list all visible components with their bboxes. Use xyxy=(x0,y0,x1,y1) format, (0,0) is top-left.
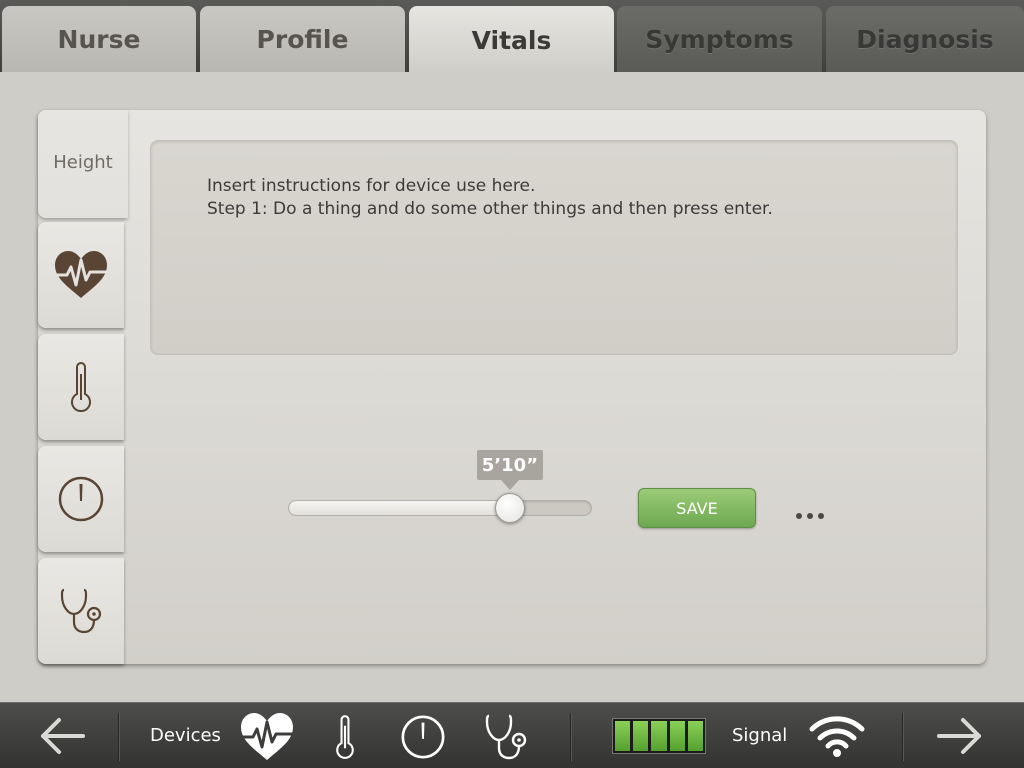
side-tab-blood-pressure[interactable] xyxy=(38,446,124,552)
stethoscope-icon xyxy=(485,714,527,760)
tab-diagnosis: Diagnosis xyxy=(826,6,1024,72)
more-dot xyxy=(818,513,824,519)
slider-value-bubble: 5’10” xyxy=(476,450,543,480)
heart-rate-icon xyxy=(241,713,293,760)
forward-button[interactable] xyxy=(934,715,986,757)
slider-value-bubble-pointer xyxy=(500,480,519,490)
signal-label: Signal xyxy=(732,725,788,746)
tab-nurse[interactable]: Nurse xyxy=(2,6,196,72)
device-stethoscope-button[interactable] xyxy=(482,711,530,763)
battery-cell xyxy=(615,721,631,751)
instruction-line-1: Insert instructions for device use here. xyxy=(207,176,536,196)
battery-cell xyxy=(651,721,667,751)
bottom-bar-divider xyxy=(902,713,903,761)
tab-symptoms: Symptoms xyxy=(617,6,822,72)
thermometer-icon xyxy=(336,715,354,759)
battery-cell xyxy=(669,721,685,751)
tab-vitals[interactable]: Vitals xyxy=(409,6,614,74)
arrow-left-icon xyxy=(41,718,85,754)
bottom-bar: Devices Signal xyxy=(0,702,1024,768)
side-tab-height-label: Height xyxy=(53,152,113,173)
device-thermometer-button[interactable] xyxy=(330,711,360,763)
arrow-right-icon xyxy=(937,718,981,754)
thermometer-icon xyxy=(71,362,91,412)
heart-rate-icon xyxy=(55,251,107,298)
gauge-icon xyxy=(58,476,104,522)
instruction-line-2: Step 1: Do a thing and do some other thi… xyxy=(207,199,773,219)
side-tab-height[interactable]: Height xyxy=(38,110,128,218)
gauge-icon xyxy=(401,715,445,759)
height-slider-thumb[interactable] xyxy=(494,493,525,523)
tab-profile[interactable]: Profile xyxy=(200,6,405,72)
stethoscope-icon xyxy=(60,588,102,634)
instructions-box: Insert instructions for device use here.… xyxy=(150,140,958,355)
device-heart-rate-button[interactable] xyxy=(238,711,296,763)
more-dot xyxy=(796,513,802,519)
more-options-button[interactable] xyxy=(788,506,832,526)
bottom-bar-divider xyxy=(118,713,119,761)
wifi-signal-indicator xyxy=(808,713,866,759)
device-gauge-button[interactable] xyxy=(398,713,448,761)
bottom-bar-divider xyxy=(570,713,571,761)
back-button[interactable] xyxy=(36,715,88,757)
height-slider-track[interactable] xyxy=(288,500,592,516)
battery-indicator xyxy=(612,718,706,754)
wifi-icon xyxy=(809,716,865,757)
height-slider-fill xyxy=(289,501,511,515)
more-dot xyxy=(807,513,813,519)
devices-label: Devices xyxy=(150,725,221,746)
side-tab-temperature[interactable] xyxy=(38,334,124,440)
side-tab-stethoscope[interactable] xyxy=(38,558,124,664)
top-tab-bar: Nurse Profile Vitals Symptoms Diagnosis xyxy=(0,0,1024,74)
battery-cell xyxy=(687,721,704,751)
save-button[interactable]: SAVE xyxy=(638,488,756,528)
side-tab-heart-rate[interactable] xyxy=(38,222,124,328)
battery-cell xyxy=(633,721,649,751)
vitals-panel: Height Insert instructions for device us… xyxy=(38,110,986,664)
